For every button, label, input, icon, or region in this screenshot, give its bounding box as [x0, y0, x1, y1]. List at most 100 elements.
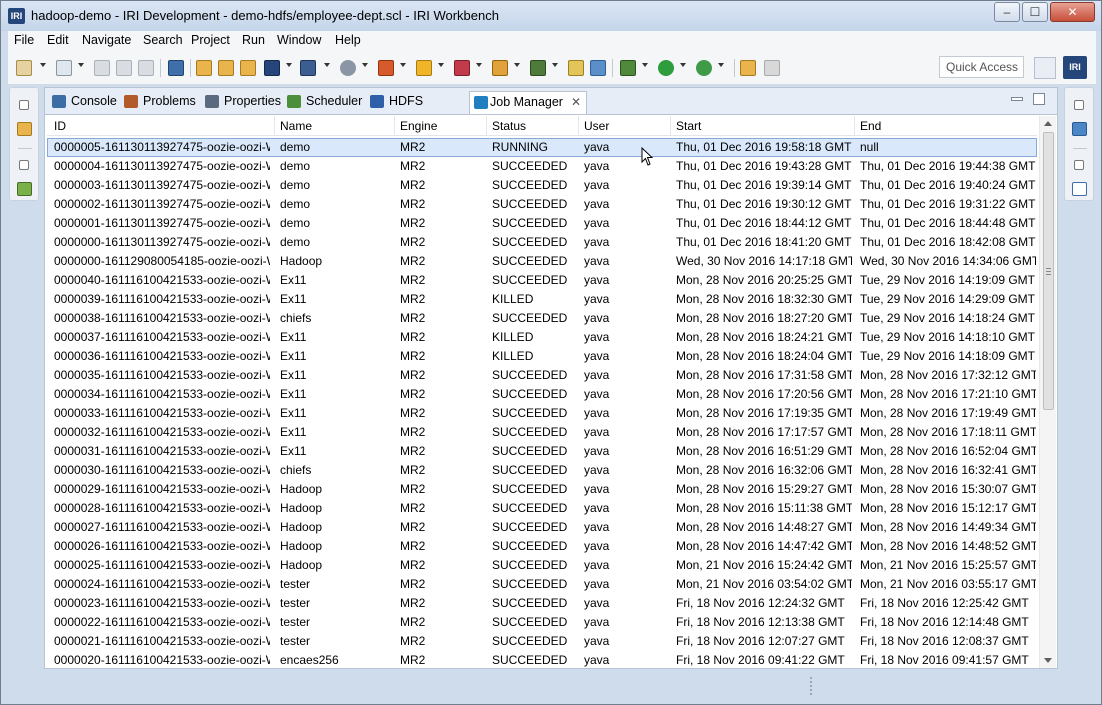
minimize-button[interactable]: – — [994, 2, 1020, 22]
table-row[interactable]: 0000037-161116100421533-oozie-oozi-W Ex11… — [47, 328, 1037, 347]
data-source-icon[interactable] — [340, 60, 356, 76]
save-all-icon[interactable] — [116, 60, 132, 76]
wizard-dropdown-arrow-icon[interactable] — [324, 63, 330, 67]
open-perspective-icon[interactable] — [1034, 57, 1056, 79]
migrate-icon[interactable] — [530, 60, 546, 76]
table-row[interactable]: 0000031-161116100421533-oozie-oozi-W Ex11… — [47, 442, 1037, 461]
tab-job-manager[interactable]: Job Manager ✕ — [469, 91, 587, 114]
external-tools-icon[interactable] — [696, 60, 712, 76]
tab-problems[interactable]: Problems — [119, 91, 197, 114]
open-type-icon[interactable] — [740, 60, 756, 76]
masking-icon[interactable] — [454, 60, 470, 76]
table-row[interactable]: 0000027-161116100421533-oozie-oozi-W Hado… — [47, 518, 1037, 537]
scrollbar-thumb[interactable] — [1043, 132, 1054, 410]
table-row[interactable]: 0000040-161116100421533-oozie-oozi-W Ex11… — [47, 271, 1037, 290]
menu-help[interactable]: Help — [335, 33, 361, 47]
column-header-engine[interactable]: Engine — [400, 119, 437, 133]
scroll-up-arrow-icon[interactable] — [1044, 121, 1052, 126]
menu-navigate[interactable]: Navigate — [82, 33, 131, 47]
iri-run-dropdown-arrow-icon[interactable] — [286, 63, 292, 67]
menu-window[interactable]: Window — [277, 33, 321, 47]
column-header-name[interactable]: Name — [280, 119, 312, 133]
table-row[interactable]: 0000032-161116100421533-oozie-oozi-W Ex11… — [47, 423, 1037, 442]
project-explorer-icon[interactable] — [17, 122, 32, 136]
table-row[interactable]: 0000003-161130113927475-oozie-oozi-W demo… — [47, 176, 1037, 195]
table-row[interactable]: 0000029-161116100421533-oozie-oozi-W Hado… — [47, 480, 1037, 499]
database-icon[interactable] — [378, 60, 394, 76]
maximize-view-icon[interactable] — [1033, 93, 1045, 105]
new-icon[interactable] — [16, 60, 32, 76]
tools-icon[interactable] — [568, 60, 584, 76]
open-folder-icon[interactable] — [196, 60, 212, 76]
tab-console[interactable]: Console — [47, 91, 119, 114]
minimize-view-icon[interactable] — [1011, 97, 1023, 101]
table-row[interactable]: 0000001-161130113927475-oozie-oozi-W demo… — [47, 214, 1037, 233]
table-row[interactable]: 0000004-161130113927475-oozie-oozi-W demo… — [47, 157, 1037, 176]
outline-map-icon[interactable] — [17, 182, 32, 196]
wizard-icon[interactable] — [300, 60, 316, 76]
table-row[interactable]: 0000035-161116100421533-oozie-oozi-W Ex11… — [47, 366, 1037, 385]
masking-dropdown-arrow-icon[interactable] — [476, 63, 482, 67]
column-divider[interactable] — [670, 116, 671, 136]
table-row[interactable]: 0000026-161116100421533-oozie-oozi-W Hado… — [47, 537, 1037, 556]
table-row[interactable]: 0000025-161116100421533-oozie-oozi-W Hado… — [47, 556, 1037, 575]
close-button[interactable]: ✕ — [1050, 2, 1095, 22]
data-source-dropdown-arrow-icon[interactable] — [362, 63, 368, 67]
iri-run-icon[interactable] — [264, 60, 280, 76]
run-icon[interactable] — [658, 60, 674, 76]
new-file-icon[interactable] — [56, 60, 72, 76]
menu-edit[interactable]: Edit — [47, 33, 69, 47]
save-icon[interactable] — [94, 60, 110, 76]
table-row[interactable]: 0000023-161116100421533-oozie-oozi-W test… — [47, 594, 1037, 613]
table-row[interactable]: 0000038-161116100421533-oozie-oozi-W chie… — [47, 309, 1037, 328]
column-header-status[interactable]: Status — [492, 119, 526, 133]
table-row[interactable]: 0000024-161116100421533-oozie-oozi-W test… — [47, 575, 1037, 594]
restore-icon[interactable] — [1074, 100, 1084, 110]
pencil-icon[interactable] — [764, 60, 780, 76]
table-row[interactable]: 0000022-161116100421533-oozie-oozi-W test… — [47, 613, 1037, 632]
filter-icon[interactable] — [590, 60, 606, 76]
import-icon[interactable] — [240, 60, 256, 76]
column-header-end[interactable]: End — [860, 119, 881, 133]
restore-icon[interactable] — [19, 100, 29, 110]
table-row[interactable]: 0000033-161116100421533-oozie-oozi-W Ex11… — [47, 404, 1037, 423]
column-divider[interactable] — [274, 116, 275, 136]
column-header-id[interactable]: ID — [54, 119, 66, 133]
column-divider[interactable] — [394, 116, 395, 136]
column-divider[interactable] — [854, 116, 855, 136]
menu-run[interactable]: Run — [242, 33, 265, 47]
new-file-dropdown-arrow-icon[interactable] — [78, 63, 84, 67]
tab-scheduler[interactable]: Scheduler — [282, 91, 364, 114]
table-row[interactable]: 0000000-161130113927475-oozie-oozi-W demo… — [47, 233, 1037, 252]
table-row[interactable]: 0000030-161116100421533-oozie-oozi-W chie… — [47, 461, 1037, 480]
debug-icon[interactable] — [620, 60, 636, 76]
shield-dropdown-arrow-icon[interactable] — [438, 63, 444, 67]
iri-perspective-button[interactable]: IRI — [1063, 56, 1087, 79]
tab-hdfs-browser[interactable]: HDFS Browser — [365, 91, 469, 129]
column-divider[interactable] — [578, 116, 579, 136]
maximize-button[interactable]: ☐ — [1022, 2, 1048, 22]
vertical-scrollbar[interactable] — [1039, 116, 1056, 668]
table-row[interactable]: 0000039-161116100421533-oozie-oozi-W Ex11… — [47, 290, 1037, 309]
open-project-icon[interactable] — [218, 60, 234, 76]
title-bar[interactable]: IRI hadoop-demo - IRI Development - demo… — [1, 1, 1101, 31]
menu-project[interactable]: Project — [191, 33, 230, 47]
table-row[interactable]: 0000000-161129080054185-oozie-oozi-W Hado… — [47, 252, 1037, 271]
outline-icon[interactable] — [1072, 122, 1087, 136]
debug-dropdown-arrow-icon[interactable] — [642, 63, 648, 67]
shield-icon[interactable] — [416, 60, 432, 76]
column-divider[interactable] — [486, 116, 487, 136]
table-row[interactable]: 0000036-161116100421533-oozie-oozi-W Ex11… — [47, 347, 1037, 366]
hadoop-dropdown-arrow-icon[interactable] — [514, 63, 520, 67]
column-header-user[interactable]: User — [584, 119, 609, 133]
run-dropdown-arrow-icon[interactable] — [680, 63, 686, 67]
restore-icon[interactable] — [1074, 160, 1084, 170]
status-bar-grip[interactable] — [810, 677, 812, 695]
hadoop-icon[interactable] — [492, 60, 508, 76]
restore-icon[interactable] — [19, 160, 29, 170]
new-dropdown-arrow-icon[interactable] — [40, 63, 46, 67]
database-dropdown-arrow-icon[interactable] — [400, 63, 406, 67]
table-row[interactable]: 0000005-161130113927475-oozie-oozi-W demo… — [47, 138, 1037, 157]
panel-layout-icon[interactable] — [1072, 182, 1087, 196]
migrate-dropdown-arrow-icon[interactable] — [552, 63, 558, 67]
